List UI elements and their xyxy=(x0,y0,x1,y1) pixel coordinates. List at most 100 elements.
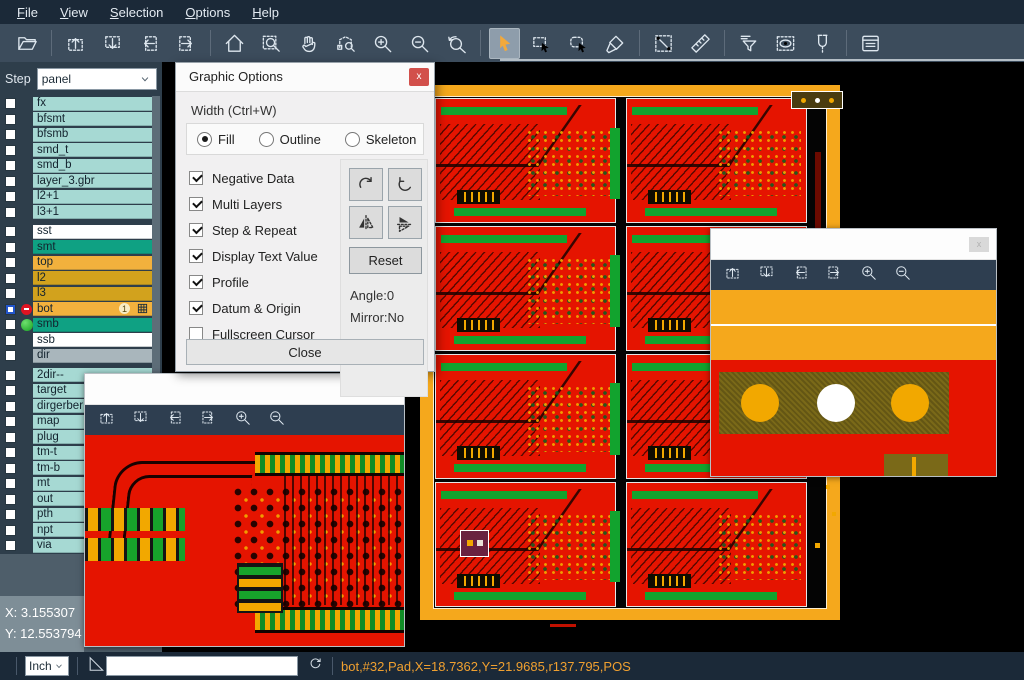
toolbar-zoom-previous-button[interactable] xyxy=(441,28,472,59)
popup-title-bar[interactable]: x xyxy=(711,229,996,260)
checkbox-profile[interactable]: Profile xyxy=(189,269,318,295)
layer-row-smb[interactable]: smb xyxy=(0,317,162,333)
layer-checkbox[interactable] xyxy=(0,463,20,474)
layer-checkbox[interactable] xyxy=(0,129,20,140)
layer-row-l2+1[interactable]: l2+1 xyxy=(0,189,162,205)
flip-h-button[interactable] xyxy=(349,206,383,239)
popup-pan-right-button[interactable] xyxy=(825,263,844,287)
popup-zoom-in-button[interactable] xyxy=(859,263,878,287)
layer-checkbox[interactable] xyxy=(0,525,20,536)
toolbar-open-folder-button[interactable] xyxy=(12,28,43,59)
popup-minimize-button[interactable]: x xyxy=(969,237,989,252)
layer-name[interactable]: l2 xyxy=(33,271,152,285)
dialog-close-icon[interactable]: x xyxy=(409,68,429,86)
radio-skeleton[interactable]: Skeleton xyxy=(345,132,417,147)
flip-v-button[interactable] xyxy=(388,206,422,239)
layer-row-smt[interactable]: smt xyxy=(0,240,162,256)
layer-name[interactable]: bot1 xyxy=(33,302,152,316)
layer-checkbox[interactable] xyxy=(0,242,20,253)
toolbar-pan-right-button[interactable] xyxy=(171,28,202,59)
layer-name[interactable]: smt xyxy=(33,240,152,254)
layer-name[interactable]: smb xyxy=(33,318,152,332)
layer-checkbox[interactable] xyxy=(0,401,20,412)
layer-name[interactable]: fx xyxy=(33,97,152,111)
popup-zoom-in-button[interactable] xyxy=(233,408,252,432)
checkbox-datum-origin[interactable]: Datum & Origin xyxy=(189,295,318,321)
layer-name[interactable]: l2+1 xyxy=(33,190,152,204)
popup-zoom-out-button[interactable] xyxy=(267,408,286,432)
popup-zoom-out-button[interactable] xyxy=(893,263,912,287)
layer-row-sst[interactable]: sst xyxy=(0,224,162,240)
layer-row-l3+1[interactable]: l3+1 xyxy=(0,205,162,221)
zoom-popup-left[interactable]: x xyxy=(84,373,405,647)
zoom-source-box-bottom[interactable] xyxy=(461,531,488,556)
toolbar-preview-eye-button[interactable] xyxy=(770,28,801,59)
layer-row-fx[interactable]: fx xyxy=(0,96,162,112)
popup-pan-up-button[interactable] xyxy=(723,263,742,287)
toolbar-zoom-polygon-button[interactable] xyxy=(330,28,361,59)
popup-pan-left-button[interactable] xyxy=(791,263,810,287)
layer-checkbox[interactable] xyxy=(0,145,20,156)
layer-name[interactable]: dir xyxy=(33,349,152,363)
layer-checkbox[interactable] xyxy=(0,447,20,458)
popup-zoom-view[interactable] xyxy=(85,435,404,646)
layer-row-bfsmt[interactable]: bfsmt xyxy=(0,112,162,128)
toolbar-zoom-in-button[interactable] xyxy=(367,28,398,59)
toolbar-select-group-button[interactable] xyxy=(563,28,594,59)
layer-name[interactable]: l3+1 xyxy=(33,205,152,219)
layer-row-bot[interactable]: bot1 xyxy=(0,302,162,318)
layer-checkbox[interactable] xyxy=(0,432,20,443)
layer-row-l2[interactable]: l2 xyxy=(0,271,162,287)
layer-checkbox[interactable] xyxy=(0,257,20,268)
layer-checkbox[interactable] xyxy=(0,191,20,202)
layer-row-ssb[interactable]: ssb xyxy=(0,333,162,349)
layer-row-smd_b[interactable]: smd_b xyxy=(0,158,162,174)
layer-checkbox[interactable] xyxy=(0,350,20,361)
popup-pan-left-button[interactable] xyxy=(165,408,184,432)
layer-name[interactable]: ssb xyxy=(33,333,152,347)
checkbox-display-text-value[interactable]: Display Text Value xyxy=(189,243,318,269)
layer-name[interactable]: smd_b xyxy=(33,159,152,173)
layer-checkbox[interactable] xyxy=(0,273,20,284)
layer-name[interactable]: smd_t xyxy=(33,143,152,157)
layer-checkbox[interactable] xyxy=(0,160,20,171)
popup-zoom-view[interactable] xyxy=(711,290,996,476)
menu-item-view[interactable]: View xyxy=(51,3,97,22)
popup-pan-up-button[interactable] xyxy=(97,408,116,432)
menu-item-options[interactable]: Options xyxy=(176,3,239,22)
layer-name[interactable]: l3 xyxy=(33,287,152,301)
toolbar-pan-left-button[interactable] xyxy=(134,28,165,59)
checkbox-step-repeat[interactable]: Step & Repeat xyxy=(189,217,318,243)
toolbar-pan-down-button[interactable] xyxy=(97,28,128,59)
popup-pan-right-button[interactable] xyxy=(199,408,218,432)
layer-checkbox[interactable] xyxy=(0,98,20,109)
toolbar-filter-button[interactable] xyxy=(733,28,764,59)
pcb-cell[interactable] xyxy=(436,355,615,478)
layer-checkbox[interactable] xyxy=(0,226,20,237)
layer-name[interactable]: bfsmt xyxy=(33,112,152,126)
toolbar-zoom-window-button[interactable] xyxy=(256,28,287,59)
layer-checkbox[interactable] xyxy=(0,509,20,520)
toolbar-pan-up-button[interactable] xyxy=(60,28,91,59)
layer-checkbox[interactable] xyxy=(0,207,20,218)
popup-pan-down-button[interactable] xyxy=(757,263,776,287)
menu-item-help[interactable]: Help xyxy=(243,3,288,22)
layer-name[interactable]: layer_3.gbr xyxy=(33,174,152,188)
layer-checkbox[interactable] xyxy=(0,288,20,299)
layer-row-smd_t[interactable]: smd_t xyxy=(0,143,162,159)
layer-checkbox[interactable] xyxy=(0,319,20,330)
radio-fill[interactable]: Fill xyxy=(197,132,235,147)
layer-name[interactable]: top xyxy=(33,256,152,270)
menu-item-file[interactable]: File xyxy=(8,3,47,22)
layer-checkbox[interactable] xyxy=(0,370,20,381)
refresh-icon[interactable] xyxy=(307,655,324,677)
layer-checkbox[interactable] xyxy=(0,385,20,396)
unit-select[interactable]: Inch xyxy=(25,656,69,676)
toolbar-select-cursor-button[interactable] xyxy=(489,28,520,59)
layer-checkbox[interactable] xyxy=(0,478,20,489)
toolbar-zoom-out-button[interactable] xyxy=(404,28,435,59)
dialog-title-bar[interactable]: Graphic Options x xyxy=(176,63,434,92)
close-button[interactable]: Close xyxy=(186,339,424,365)
toolbar-measure-distance-button[interactable] xyxy=(648,28,679,59)
angle-measure-icon[interactable] xyxy=(86,654,106,679)
